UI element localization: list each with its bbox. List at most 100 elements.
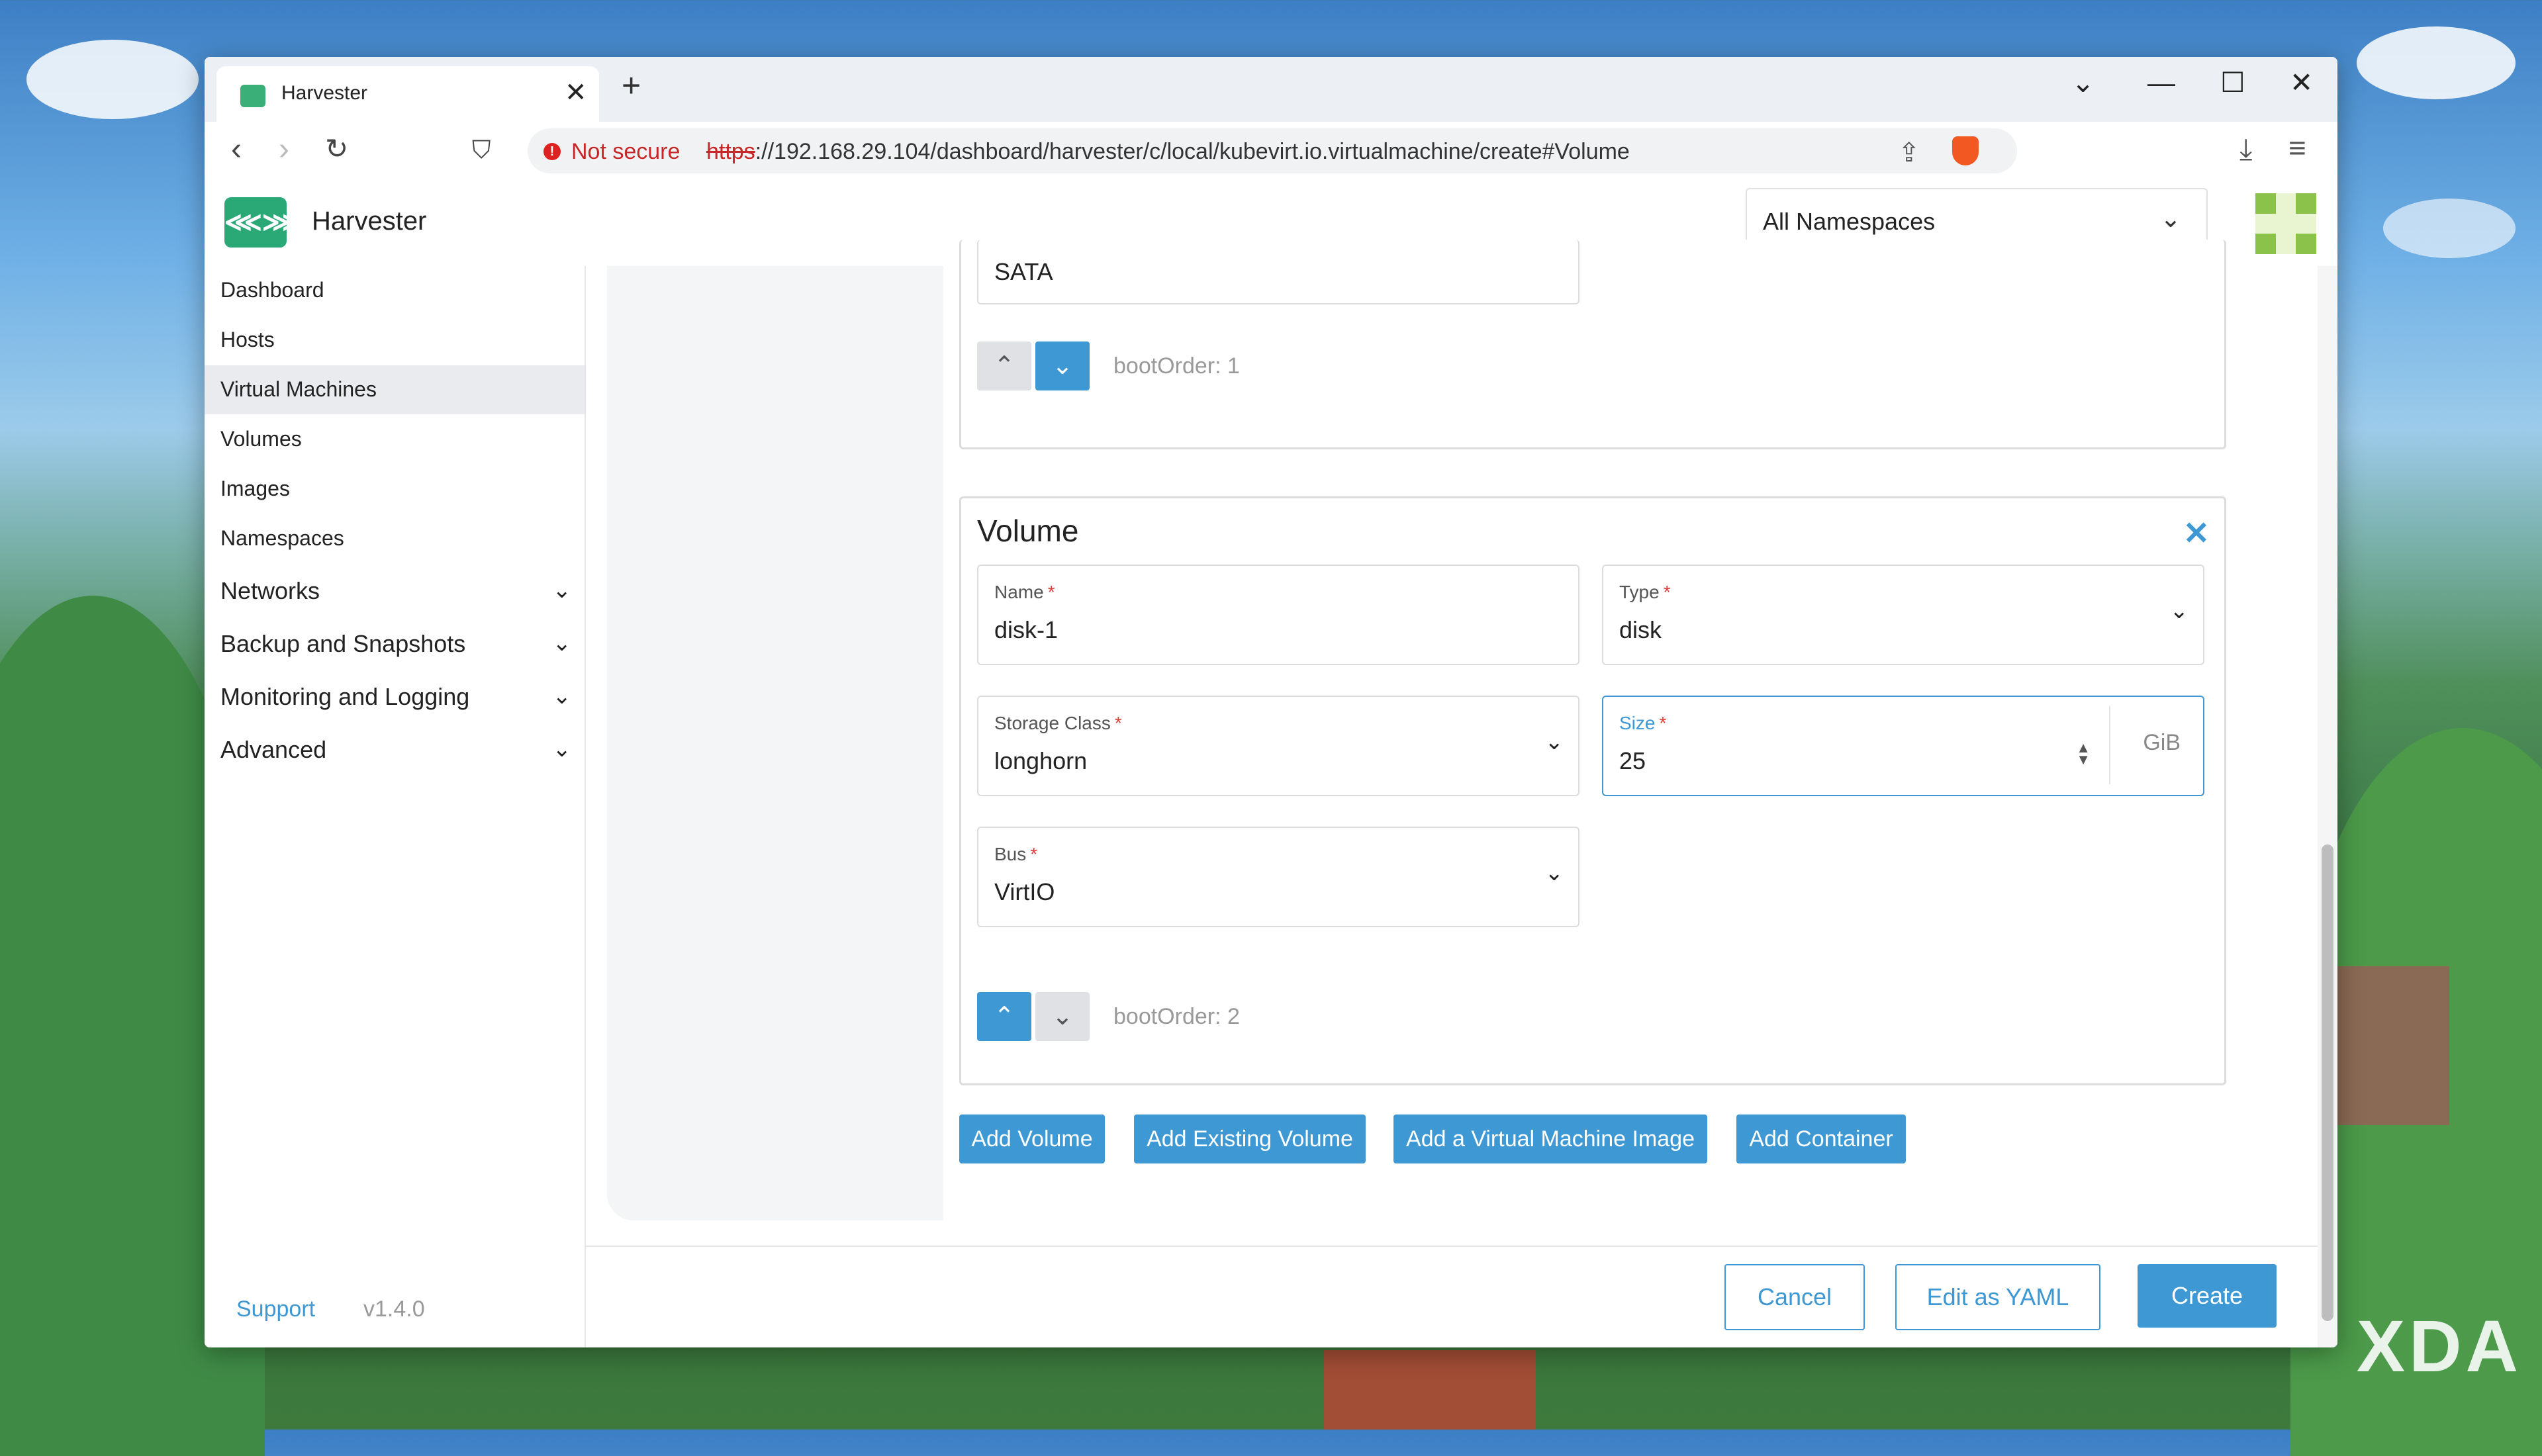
form-footer: Cancel Edit as YAML Create [586, 1246, 2337, 1347]
remove-volume-icon[interactable]: ✕ [2183, 518, 2210, 550]
address-bar[interactable]: ! Not secure https://192.168.29.104/dash… [528, 128, 2017, 173]
chevron-down-icon: ⌄ [552, 737, 572, 762]
required-mark: * [1659, 713, 1667, 733]
maximize-icon[interactable]: ☐ [2220, 69, 2245, 97]
namespace-select-value: All Namespaces [1763, 208, 1936, 235]
sidebar-item-namespaces[interactable]: Namespaces [220, 526, 344, 551]
url-path: ://192.168.29.104/dashboard/harvester/c/… [755, 139, 1630, 164]
sidebar-group-label: Advanced [220, 736, 327, 763]
size-label-text: Size [1619, 713, 1656, 733]
chevron-down-icon: ⌄ [552, 578, 572, 603]
menu-icon[interactable]: ≡ [2288, 132, 2306, 163]
download-icon[interactable]: ⤓ [2239, 135, 2252, 164]
sidebar: Dashboard Hosts Virtual Machines Volumes… [205, 266, 586, 1347]
app-title: Harvester [312, 206, 427, 236]
url-protocol: https [706, 139, 755, 164]
name-field[interactable]: Name * disk-1 [977, 565, 1579, 665]
scrollbar-thumb[interactable] [2322, 844, 2333, 1321]
sidebar-item-volumes[interactable]: Volumes [220, 427, 302, 451]
brave-shield-icon[interactable] [1952, 136, 1979, 165]
size-unit-divider [2109, 706, 2110, 784]
not-secure-icon: ! [543, 143, 561, 160]
move-down-button[interactable]: ⌄ [1035, 341, 1090, 390]
volume-card-title: Volume [977, 514, 1079, 548]
sidebar-group-label: Networks [220, 577, 320, 604]
add-volume-button[interactable]: Add Volume [959, 1115, 1105, 1163]
sidebar-group-monitoring[interactable]: Monitoring and Logging ⌄ [220, 683, 571, 711]
sidebar-group-label: Backup and Snapshots [220, 630, 466, 657]
storage-class-select[interactable]: Storage Class * longhorn ⌄ [977, 696, 1579, 796]
storage-label-text: Storage Class [994, 713, 1111, 733]
sidebar-item-dashboard[interactable]: Dashboard [220, 278, 324, 302]
version-label: v1.4.0 [363, 1297, 425, 1322]
boot-order-label: bootOrder: 2 [1113, 1004, 1240, 1029]
storage-class-label: Storage Class * [994, 713, 1122, 734]
boot-order-label: bootOrder: 1 [1113, 353, 1240, 379]
bus-select[interactable]: Bus * VirtIO ⌄ [977, 827, 1579, 927]
sidebar-group-networks[interactable]: Networks ⌄ [220, 577, 571, 605]
edit-yaml-button[interactable]: Edit as YAML [1895, 1264, 2100, 1330]
required-mark: * [1114, 713, 1122, 733]
size-field-label: Size * [1619, 713, 1666, 734]
browser-window: Harvester ✕ + ⌄ — ☐ ✕ ‹ › ↻ ⛉ ! Not secu… [205, 57, 2337, 1347]
sidebar-group-advanced[interactable]: Advanced ⌄ [220, 736, 571, 764]
name-field-label: Name * [994, 582, 1055, 603]
bookmark-icon[interactable]: ⛉ [472, 138, 491, 163]
close-tab-icon[interactable]: ✕ [565, 79, 587, 106]
close-window-icon[interactable]: ✕ [2290, 69, 2313, 97]
type-field-label: Type * [1619, 582, 1671, 603]
page-scrollbar[interactable] [2318, 266, 2337, 1347]
bus-select-value: VirtIO [994, 878, 1055, 905]
xda-watermark: XDA [2356, 1306, 2522, 1387]
add-container-button[interactable]: Add Container [1736, 1115, 1906, 1163]
move-up-button[interactable]: ⌃ [977, 341, 1031, 390]
chevron-down-icon: ⌄ [2169, 598, 2189, 623]
forward-icon[interactable]: › [279, 134, 289, 165]
create-button[interactable]: Create [2138, 1264, 2277, 1328]
user-avatar[interactable] [2255, 193, 2316, 254]
add-existing-volume-button[interactable]: Add Existing Volume [1134, 1115, 1366, 1163]
storage-class-value: longhorn [994, 747, 1088, 774]
type-select-value: disk [1619, 616, 1662, 643]
volumes-tab-content: SATA ⌃ ⌄ bootOrder: 1 Volume ✕ Name * dis… [943, 240, 2275, 1220]
stepper-arrows-icon[interactable]: ▲ ▼ [2076, 741, 2091, 767]
size-input-value: 25 [1619, 747, 1646, 774]
type-label-text: Type [1619, 582, 1660, 602]
share-icon[interactable]: ⇪ [1898, 138, 1920, 168]
chevron-down-icon: ⌄ [1544, 860, 1564, 886]
move-up-button[interactable]: ⌃ [977, 992, 1031, 1041]
sidebar-group-label: Monitoring and Logging [220, 683, 470, 710]
reload-icon[interactable]: ↻ [325, 135, 348, 163]
harvester-logo-icon[interactable]: ⋘⋙ [224, 197, 300, 248]
browser-tab[interactable]: Harvester ✕ [216, 66, 599, 122]
new-tab-icon[interactable]: + [622, 69, 641, 102]
support-link[interactable]: Support [236, 1297, 315, 1322]
chevron-down-icon: ⌄ [552, 684, 572, 709]
move-down-button[interactable]: ⌄ [1035, 992, 1090, 1041]
chevron-down-icon: ⌄ [2160, 205, 2181, 233]
bus-field-label: Bus * [994, 844, 1037, 865]
minimize-icon[interactable]: — [2147, 69, 2175, 97]
sidebar-item-virtual-machines[interactable]: Virtual Machines [220, 377, 377, 402]
sidebar-item-images[interactable]: Images [220, 477, 290, 501]
name-field-value: disk-1 [994, 616, 1059, 643]
add-vm-image-button[interactable]: Add a Virtual Machine Image [1393, 1115, 1707, 1163]
security-label[interactable]: Not secure [571, 139, 680, 165]
url-text[interactable]: https://192.168.29.104/dashboard/harvest… [706, 139, 1630, 165]
bus-select[interactable]: SATA [977, 240, 1579, 304]
previous-volume-card: SATA ⌃ ⌄ bootOrder: 1 [959, 240, 2226, 449]
required-mark: * [1663, 582, 1671, 602]
cancel-button[interactable]: Cancel [1724, 1264, 1865, 1330]
sidebar-group-backup[interactable]: Backup and Snapshots ⌄ [220, 630, 571, 658]
size-unit: GiB [2143, 730, 2181, 755]
chevron-down-icon: ⌄ [1544, 729, 1564, 754]
tab-search-chevron-icon[interactable]: ⌄ [2071, 69, 2095, 97]
tab-title: Harvester [281, 82, 368, 104]
tab-strip: Harvester ✕ + ⌄ — ☐ ✕ [205, 57, 2337, 122]
type-select[interactable]: Type * disk ⌄ [1602, 565, 2204, 665]
sidebar-item-hosts[interactable]: Hosts [220, 328, 275, 352]
chevron-down-icon: ⌄ [552, 631, 572, 656]
volume-card: Volume ✕ Name * disk-1 Type * disk ⌄ Stora… [959, 496, 2226, 1085]
size-input[interactable]: Size * 25 ▲ ▼ GiB [1602, 696, 2204, 796]
back-icon[interactable]: ‹ [231, 134, 242, 165]
